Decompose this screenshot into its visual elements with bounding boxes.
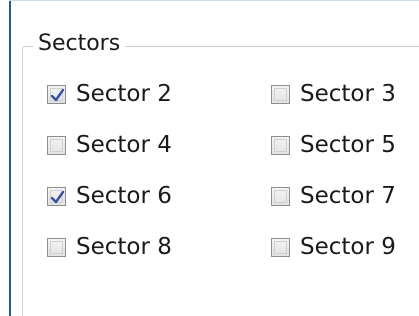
checkbox-box[interactable] <box>271 84 290 104</box>
checkmark-icon <box>50 190 65 203</box>
window-frame-top <box>9 0 419 1</box>
checkbox-sector-8[interactable]: Sector 8 <box>47 230 172 264</box>
checkbox-label: Sector 7 <box>300 183 396 209</box>
checkbox-label: Sector 3 <box>300 81 396 107</box>
checkbox-box[interactable] <box>47 186 66 206</box>
checkbox-sector-2[interactable]: Sector 2 <box>47 77 172 111</box>
checkbox-sector-4[interactable]: Sector 4 <box>47 128 172 162</box>
checkbox-label: Sector 4 <box>76 132 172 158</box>
checkbox-label: Sector 9 <box>300 234 396 260</box>
checkbox-box[interactable] <box>271 135 290 155</box>
checkbox-box[interactable] <box>47 237 66 257</box>
checkbox-label: Sector 2 <box>76 81 172 107</box>
checkbox-label: Sector 5 <box>300 132 396 158</box>
checkbox-box[interactable] <box>47 84 66 104</box>
checkbox-box[interactable] <box>271 186 290 206</box>
checkbox-box[interactable] <box>271 237 290 257</box>
checkbox-label: Sector 8 <box>76 234 172 260</box>
checkbox-sector-6[interactable]: Sector 6 <box>47 179 172 213</box>
window: Sectors Sector 2 Sector 4 Sector 6 Secto… <box>0 0 419 316</box>
window-frame-edge <box>9 0 11 316</box>
checkbox-label: Sector 6 <box>76 183 172 209</box>
checkmark-icon <box>50 88 65 101</box>
checkbox-sector-5[interactable]: Sector 5 <box>271 128 396 162</box>
groupbox-title: Sectors <box>33 29 126 59</box>
checkbox-sector-7[interactable]: Sector 7 <box>271 179 396 213</box>
checkbox-box[interactable] <box>47 135 66 155</box>
checkbox-sector-9[interactable]: Sector 9 <box>271 230 396 264</box>
checkbox-sector-3[interactable]: Sector 3 <box>271 77 396 111</box>
